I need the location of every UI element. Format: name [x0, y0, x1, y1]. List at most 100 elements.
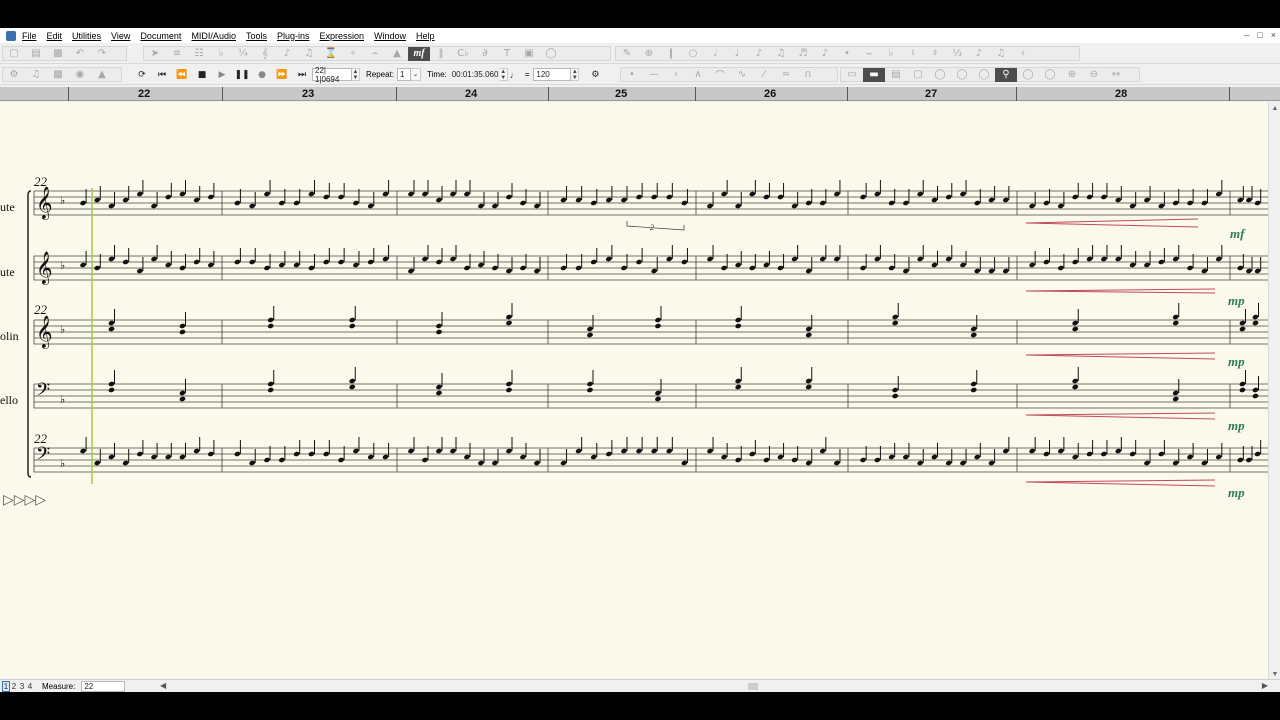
trill-icon[interactable]: ∿: [731, 68, 753, 82]
measure-ruler[interactable]: 22 23 24 25 26 27 28: [0, 87, 1280, 101]
tempo-spinner[interactable]: ▲ ▼: [571, 68, 580, 81]
vertical-scrollbar[interactable]: ▲ ▼: [1268, 102, 1280, 680]
expression-tool-icon[interactable]: mf: [408, 46, 430, 61]
menu-help[interactable]: Help: [416, 31, 435, 41]
menu-edit[interactable]: Edit: [47, 31, 63, 41]
quarter-note-icon[interactable]: ♩: [726, 47, 748, 61]
repeat-dropdown[interactable]: ⌄: [411, 68, 422, 81]
scroll-up-icon[interactable]: ▲: [1269, 102, 1280, 114]
page-button-1[interactable]: 1: [2, 680, 10, 692]
measure-counter-field[interactable]: 22| 1|0694: [312, 66, 352, 84]
note-mover-icon[interactable]: ♫: [25, 68, 47, 82]
play-icon[interactable]: ▶: [212, 68, 232, 82]
minimize-icon[interactable]: –: [1244, 30, 1249, 40]
menu-utilities[interactable]: Utilities: [72, 31, 101, 41]
loop-icon[interactable]: ⟳: [132, 68, 152, 82]
mixer-icon[interactable]: ⚙: [3, 68, 25, 82]
menu-view[interactable]: View: [111, 31, 130, 41]
articulation-tool-icon[interactable]: ▲: [386, 47, 408, 61]
sharp-icon[interactable]: ♯: [924, 47, 946, 61]
repeat-field[interactable]: 1: [397, 68, 412, 81]
dot-icon[interactable]: •: [836, 47, 858, 61]
measure-field[interactable]: 22: [81, 680, 126, 692]
chord-tool-icon[interactable]: C♭: [452, 47, 474, 61]
open-icon[interactable]: ▤: [25, 47, 47, 61]
menu-plug-ins[interactable]: Plug-ins: [277, 31, 310, 41]
fermata-icon[interactable]: ⌒: [709, 68, 731, 82]
whole-note-icon[interactable]: ○: [682, 47, 704, 61]
zoom-50-icon[interactable]: ◯: [929, 68, 951, 82]
tie-icon[interactable]: ⌣: [858, 47, 880, 61]
grace-note-icon[interactable]: ♪: [968, 47, 990, 61]
tenuto-icon[interactable]: —: [643, 68, 665, 82]
scroll-left-icon[interactable]: ◀: [160, 681, 166, 690]
text-tool-icon[interactable]: T: [496, 47, 518, 61]
speedy-entry-icon[interactable]: ♫: [298, 47, 320, 61]
fit-width-icon[interactable]: ↔: [1105, 68, 1127, 82]
simple-entry-icon[interactable]: ♪: [276, 47, 298, 61]
time-signature-tool-icon[interactable]: ¼: [232, 47, 254, 61]
smart-shape-icon[interactable]: ⌢: [364, 47, 386, 61]
forward-to-end-icon[interactable]: ⏭: [292, 68, 312, 82]
sixty-fourth-note-icon[interactable]: ♪: [814, 47, 836, 61]
zoom-in-icon[interactable]: ⊕: [1061, 68, 1083, 82]
stop-icon[interactable]: ■: [192, 68, 212, 82]
flat-icon[interactable]: ♭: [880, 47, 902, 61]
save-icon[interactable]: ▩: [47, 47, 69, 61]
staff-list-arrows-icon[interactable]: ▷▷▷▷: [3, 491, 46, 507]
counter-spinner[interactable]: ▲ ▼: [352, 68, 360, 81]
zoom-out-icon[interactable]: ⊖: [1083, 68, 1105, 82]
menu-tools[interactable]: Tools: [246, 31, 267, 41]
repeat-tool-icon[interactable]: ‖: [430, 47, 452, 61]
page-button-2[interactable]: 2: [10, 681, 18, 692]
clef-tool-icon[interactable]: 𝄞: [254, 47, 276, 61]
score-canvas[interactable]: ute ute olin ello 22 22 22 𝄞 ♭ 𝄞 ♭ 𝄞 ♭ 𝄢 ♭ 𝄢 ♭ 2 …: [0, 102, 1268, 680]
eraser-icon[interactable]: ✎: [616, 47, 638, 61]
cursor-icon[interactable]: ⊕: [638, 47, 660, 61]
selection-tool-icon[interactable]: ➤: [144, 47, 166, 61]
measure-tool-icon[interactable]: ☷: [188, 47, 210, 61]
undo-icon[interactable]: ↶: [69, 47, 91, 61]
horizontal-scrollbar[interactable]: ◀ ▶: [160, 681, 1268, 692]
redo-icon[interactable]: ↷: [91, 47, 113, 61]
lyrics-tool-icon[interactable]: ∂: [474, 47, 496, 61]
close-icon[interactable]: ×: [1271, 30, 1276, 40]
menu-file[interactable]: File: [22, 31, 37, 41]
menu-document[interactable]: Document: [140, 31, 181, 41]
sixteenth-note-icon[interactable]: ♫: [770, 47, 792, 61]
menu-expression[interactable]: Expression: [320, 31, 365, 41]
scroll-right-icon[interactable]: ▶: [1262, 681, 1268, 690]
scroll-thumb[interactable]: [748, 683, 758, 690]
scroll-view-icon[interactable]: ▭: [841, 68, 863, 82]
fast-forward-icon[interactable]: ⏩: [272, 68, 292, 82]
zoom-tool-icon[interactable]: ◯: [540, 47, 562, 61]
hyperscribe-icon[interactable]: ⌛: [320, 47, 342, 61]
staccato-icon[interactable]: •: [621, 68, 643, 82]
pause-icon[interactable]: ❚❚: [232, 68, 252, 82]
tuplet-icon[interactable]: ⅓: [946, 47, 968, 61]
page-button-3[interactable]: 3: [18, 681, 26, 692]
tempo-field[interactable]: 120: [533, 68, 572, 81]
tuplet-tool-icon[interactable]: ∘: [342, 47, 364, 61]
half-note-icon[interactable]: 𝅗𝅥: [704, 47, 726, 61]
fit-window-icon[interactable]: ▢: [907, 68, 929, 82]
record-icon[interactable]: ●: [252, 68, 272, 82]
resize-icon[interactable]: ▩: [47, 68, 69, 82]
zoom-400-icon[interactable]: ◯: [1039, 68, 1061, 82]
playback-settings-icon[interactable]: ⚙: [585, 68, 605, 82]
zoom-100-icon[interactable]: ◯: [973, 68, 995, 82]
restore-icon[interactable]: □: [1257, 30, 1262, 40]
rest-icon[interactable]: 𝄿: [1012, 47, 1034, 61]
rewind-icon[interactable]: ⏪: [172, 68, 192, 82]
double-whole-note-icon[interactable]: ❙: [660, 47, 682, 61]
rewind-to-start-icon[interactable]: ⏮: [152, 68, 172, 82]
studio-view-icon[interactable]: ▬: [863, 67, 885, 82]
menu-window[interactable]: Window: [374, 31, 406, 41]
graphics-tool-icon[interactable]: ▣: [518, 47, 540, 61]
special-tools-icon[interactable]: ◉: [69, 68, 91, 82]
zoom-75-icon[interactable]: ◯: [951, 68, 973, 82]
eighth-note-icon[interactable]: ♪: [748, 47, 770, 61]
marcato-icon[interactable]: ∧: [687, 68, 709, 82]
natural-icon[interactable]: ♮: [902, 47, 924, 61]
staff-tool-icon[interactable]: ≡: [166, 47, 188, 61]
